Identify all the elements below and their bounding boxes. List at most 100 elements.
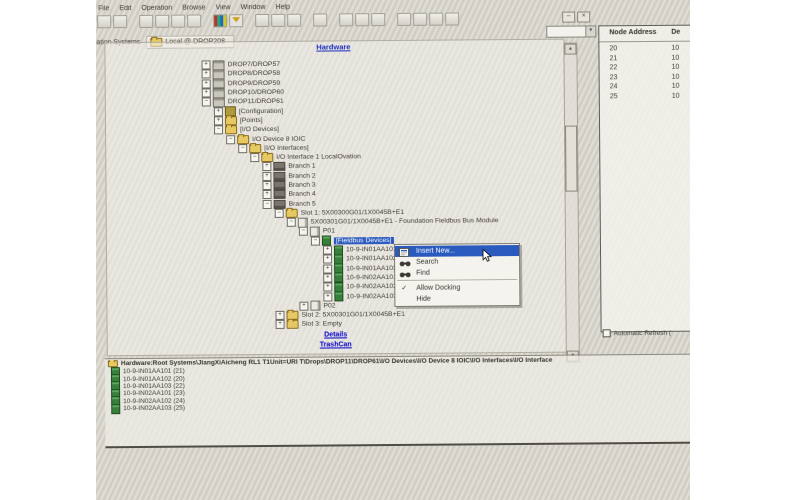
tree-item-label[interactable]: Branch 1 [288, 163, 315, 170]
node-table-row[interactable]: 2410 [599, 25, 690, 26]
node-table-row[interactable]: 2210 [599, 25, 690, 26]
export-icon[interactable] [271, 14, 285, 27]
expand-icon[interactable]: + [323, 283, 332, 292]
expand-icon[interactable]: + [262, 172, 271, 181]
tree-item-label[interactable]: Slot 3: Empty [302, 321, 342, 328]
checkmark-icon: ✓ [401, 283, 407, 294]
context-menu-item-find[interactable]: Find [395, 267, 519, 279]
device-icon [111, 404, 120, 414]
context-menu-item-hide[interactable]: Hide [395, 293, 519, 305]
expand-icon[interactable]: + [202, 88, 211, 97]
expand-icon[interactable]: + [214, 116, 223, 125]
delete-icon[interactable] [371, 13, 385, 26]
tree-item-label[interactable]: [Configuration] [239, 107, 283, 114]
chevron-down-icon[interactable]: ▾ [585, 26, 595, 36]
tree-item-label[interactable]: Slot 2: 5X00301G01/1X0045B+E1 [301, 311, 404, 319]
expand-icon[interactable]: + [202, 61, 211, 70]
expand-icon[interactable]: + [262, 162, 271, 171]
tree-item-label[interactable]: Branch 3 [288, 182, 315, 189]
tree-item-label[interactable]: P02 [323, 302, 335, 309]
camera-icon[interactable] [313, 14, 327, 27]
scroll-up-icon[interactable]: ▲ [564, 44, 576, 55]
tree-item-label[interactable]: DROP8/DROP58 [228, 70, 281, 77]
help-icon[interactable] [445, 12, 459, 25]
tree-item-label[interactable]: DROP7/DROP57 [228, 61, 281, 68]
collapse-icon[interactable]: − [287, 218, 296, 227]
collapse-icon[interactable]: − [202, 98, 211, 107]
collapse-icon[interactable]: − [238, 144, 247, 153]
expand-icon[interactable]: + [323, 273, 332, 282]
tree-item-label[interactable]: [Points] [240, 117, 263, 124]
collapse-icon[interactable]: − [275, 209, 284, 218]
scrollbar-thumb[interactable] [565, 126, 578, 192]
expand-icon[interactable]: + [262, 181, 271, 190]
close-button[interactable]: × [577, 11, 590, 22]
filter-icon[interactable] [229, 14, 243, 27]
report-icon[interactable] [339, 13, 353, 26]
expand-icon[interactable]: + [263, 190, 272, 199]
collapse-icon[interactable]: − [250, 153, 259, 162]
expand-icon[interactable]: + [323, 264, 332, 273]
grid-icon[interactable] [355, 13, 369, 26]
menu-edit[interactable]: Edit [119, 5, 131, 12]
menu-window[interactable]: Window [241, 3, 266, 10]
result-list-item[interactable]: 10-9-IN02AA103 (25) [111, 405, 185, 413]
tree-item-label[interactable]: Branch 5 [289, 200, 316, 207]
expand-icon[interactable]: + [214, 107, 223, 116]
refresh-icon[interactable] [397, 13, 411, 26]
collapse-icon[interactable]: − [263, 200, 272, 209]
menu-view[interactable]: View [215, 4, 230, 11]
collapse-icon[interactable]: − [299, 227, 308, 236]
expand-icon[interactable]: + [202, 79, 211, 88]
expand-icon[interactable]: + [323, 292, 332, 301]
tree-item-label[interactable]: 5X00301G01/1X0045B+E1 - Foundation Field… [311, 217, 499, 225]
expand-icon[interactable]: + [276, 320, 285, 329]
paste-icon[interactable] [187, 14, 201, 27]
preview-icon[interactable] [113, 15, 127, 28]
table-header-divider [599, 40, 690, 42]
tree-item-label[interactable]: I/O Device 8 IOIC [252, 135, 305, 142]
collapse-icon[interactable]: − [214, 126, 223, 135]
expand-icon[interactable]: + [275, 311, 284, 320]
tree-scrollbar[interactable]: ▲ ▼ [563, 43, 580, 363]
window-icon[interactable] [413, 13, 427, 26]
undo-icon[interactable] [139, 15, 153, 28]
import-icon[interactable] [255, 14, 269, 27]
cut-icon[interactable] [155, 15, 169, 28]
search-icon[interactable] [429, 13, 443, 26]
node-table-row[interactable]: 2510 [599, 25, 690, 26]
expand-icon[interactable]: + [323, 246, 332, 255]
tree-item-label[interactable]: Branch 4 [289, 191, 316, 198]
node-table-row[interactable]: 2110 [599, 25, 690, 26]
menu-operation[interactable]: Operation [141, 4, 172, 11]
tree-item-label[interactable]: Slot 1: 5X00300G01/1X0045B+E1 [301, 209, 404, 217]
tree-item-label[interactable]: DROP11/DROP61 [228, 98, 284, 105]
colors-icon[interactable] [213, 14, 227, 27]
menu-browse[interactable]: Browse [182, 4, 205, 11]
clipboard-icon[interactable] [287, 14, 301, 27]
tree-item-label[interactable]: I/O Interface 1 LocalOvation [276, 153, 361, 161]
node-address-column-header[interactable]: Node Address [609, 29, 656, 39]
tree-item-label[interactable]: P01 [323, 228, 335, 235]
menu-file[interactable]: File [98, 5, 109, 12]
expand-icon[interactable]: + [323, 255, 332, 264]
print-icon[interactable] [97, 15, 111, 28]
minimize-button[interactable]: – [562, 12, 575, 23]
node-table-row[interactable]: 2010 [599, 25, 690, 26]
collapse-icon[interactable]: − [311, 236, 320, 245]
tree-item-label[interactable]: Branch 2 [288, 172, 315, 179]
tree-item-label[interactable]: DROP9/DROP59 [228, 80, 281, 87]
device-column-header[interactable]: De [671, 29, 680, 39]
tree-item-label[interactable]: [Fieldbus Devices] [334, 237, 394, 244]
expand-icon[interactable]: + [202, 70, 211, 79]
expand-icon[interactable]: + [299, 302, 308, 311]
tree-item-label[interactable]: [I/O Devices] [240, 126, 279, 133]
tree-item-label[interactable]: [I/O Interfaces] [264, 144, 309, 151]
branch-icon [273, 162, 285, 171]
automatic-refresh-checkbox[interactable] [603, 329, 611, 337]
tree-item-label[interactable]: DROP10/DROP60 [228, 89, 284, 96]
collapse-icon[interactable]: − [226, 135, 235, 144]
copy-icon[interactable] [171, 15, 185, 28]
menu-help[interactable]: Help [275, 3, 289, 10]
node-table-row[interactable]: 2310 [599, 25, 690, 26]
